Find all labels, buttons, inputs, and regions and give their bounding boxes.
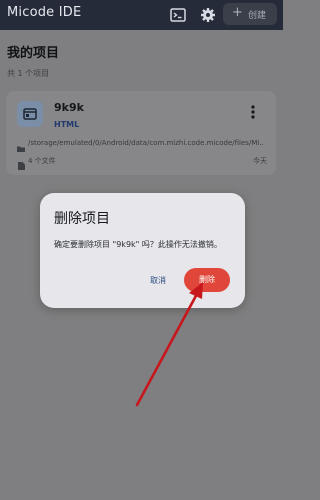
annotation-arrow — [135, 282, 203, 407]
